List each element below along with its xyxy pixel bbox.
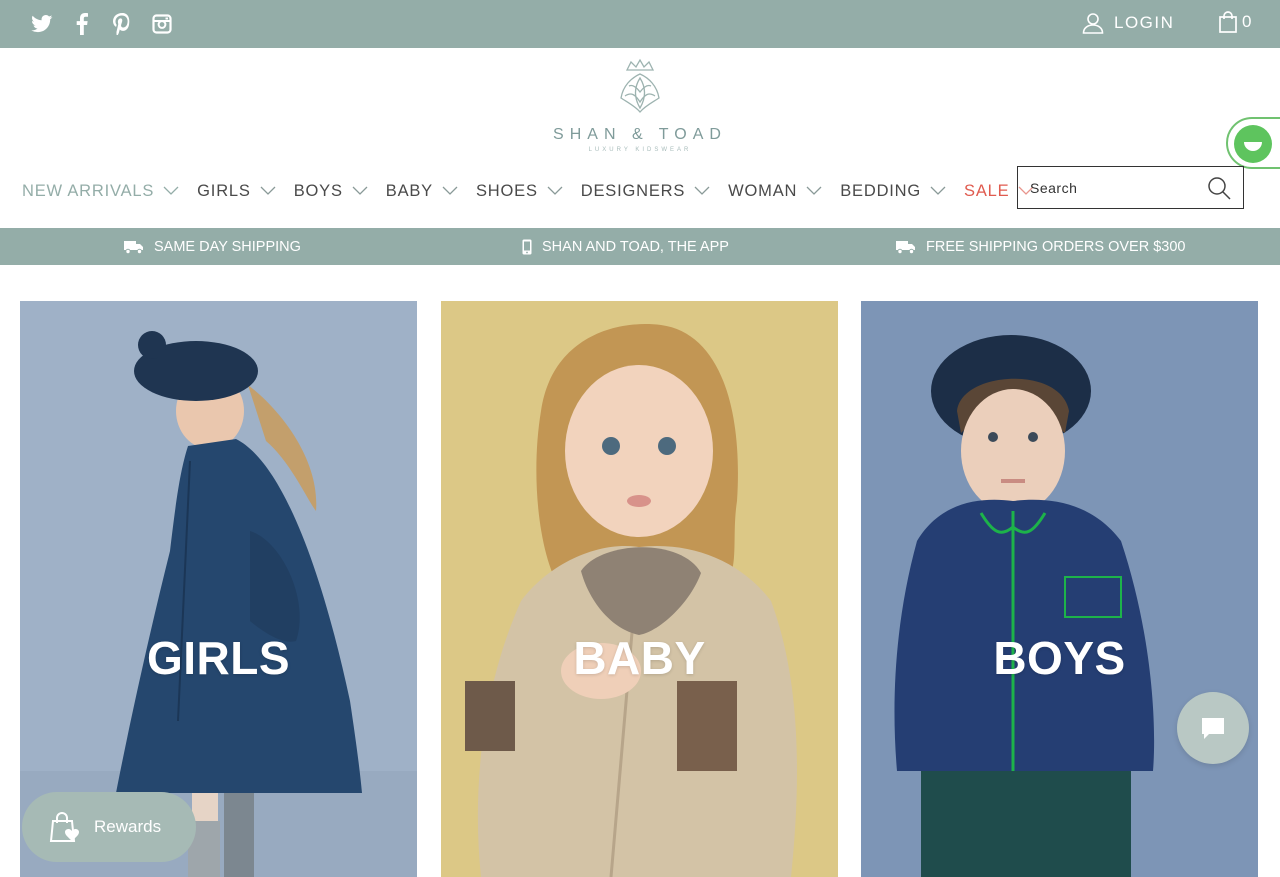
banner-label: SHAN AND TOAD, THE APP	[542, 238, 729, 255]
nav-item-label: NEW ARRIVALS	[22, 181, 155, 200]
widget-icon	[1234, 125, 1272, 163]
twitter-icon[interactable]	[30, 12, 54, 36]
chevron-down-icon	[260, 186, 276, 195]
crest-icon	[620, 58, 660, 114]
facebook-icon[interactable]	[70, 12, 94, 36]
main-nav: NEW ARRIVALS GIRLS BOYS BABY SHOES DESIG…	[22, 178, 1052, 204]
search-input[interactable]	[1030, 179, 1200, 196]
chat-bubble-icon	[1202, 718, 1224, 739]
login-link[interactable]: LOGIN	[1082, 12, 1174, 34]
login-label: LOGIN	[1114, 13, 1175, 32]
truck-icon	[124, 240, 143, 254]
search-box[interactable]	[1017, 166, 1244, 209]
search-icon[interactable]	[1207, 176, 1231, 200]
nav-item-new-arrivals[interactable]: NEW ARRIVALS	[22, 182, 179, 201]
banner-label: SAME DAY SHIPPING	[154, 238, 301, 255]
social-links	[30, 12, 174, 36]
boys-photo	[861, 301, 1258, 877]
nav-item-label: DESIGNERS	[580, 181, 686, 200]
tile-label-girls: GIRLS	[146, 632, 291, 684]
cart-link[interactable]: 0	[1218, 11, 1251, 33]
shipping-banner: SAME DAY SHIPPING SHAN AND TOAD, THE APP…	[0, 228, 1280, 265]
nav-item-label: BOYS	[293, 181, 343, 200]
banner-same-day-shipping[interactable]: SAME DAY SHIPPING	[124, 228, 301, 265]
category-tile-baby[interactable]: BABY	[441, 301, 838, 877]
user-icon	[1082, 13, 1104, 34]
side-widget-button[interactable]	[1226, 117, 1280, 169]
instagram-icon[interactable]	[150, 12, 174, 36]
nav-item-boys[interactable]: BOYS	[294, 182, 368, 201]
nav-item-woman[interactable]: WOMAN	[728, 182, 822, 201]
nav-item-label: WOMAN	[728, 181, 798, 200]
category-tile-girls[interactable]: GIRLS	[20, 301, 417, 877]
nav-item-baby[interactable]: BABY	[386, 182, 458, 201]
category-tile-boys[interactable]: BOYS	[861, 301, 1258, 877]
nav-item-label: BEDDING	[840, 181, 922, 200]
banner-label: FREE SHIPPING ORDERS OVER $300	[926, 238, 1186, 255]
chevron-down-icon	[442, 186, 458, 195]
banner-free-shipping[interactable]: FREE SHIPPING ORDERS OVER $300	[896, 228, 1185, 265]
chat-button[interactable]	[1177, 692, 1249, 764]
logo-name: SHAN & TOAD	[553, 126, 727, 143]
nav-item-label: SHOES	[476, 181, 538, 200]
truck-icon	[896, 240, 915, 254]
rewards-button[interactable]: Rewards	[22, 792, 196, 862]
chevron-down-icon	[547, 186, 563, 195]
nav-item-bedding[interactable]: BEDDING	[840, 182, 946, 201]
nav-item-shoes[interactable]: SHOES	[476, 182, 563, 201]
pinterest-icon[interactable]	[110, 12, 134, 36]
chevron-down-icon	[694, 186, 710, 195]
nav-item-girls[interactable]: GIRLS	[197, 182, 276, 201]
chevron-down-icon	[806, 186, 822, 195]
logo-tagline: LUXURY KIDSWEAR	[588, 147, 692, 153]
baby-photo	[441, 301, 838, 877]
top-bar: LOGIN 0	[0, 0, 1280, 48]
mobile-phone-icon	[522, 239, 532, 254]
chevron-down-icon	[163, 186, 179, 195]
nav-item-designers[interactable]: DESIGNERS	[581, 182, 710, 201]
nav-item-label: BABY	[385, 181, 433, 200]
nav-item-label: GIRLS	[197, 181, 251, 200]
girls-photo	[20, 301, 417, 877]
rewards-label: Rewards	[94, 817, 162, 836]
tile-label-baby: BABY	[573, 632, 706, 684]
shopping-bag-icon	[1219, 11, 1237, 33]
nav-item-label: SALE	[964, 181, 1010, 200]
tile-label-boys: BOYS	[993, 632, 1126, 684]
shopping-bag-heart-icon	[49, 812, 79, 842]
banner-app[interactable]: SHAN AND TOAD, THE APP	[522, 228, 729, 265]
chevron-down-icon	[930, 186, 946, 195]
site-logo[interactable]: SHAN & TOAD LUXURY KIDSWEAR	[540, 58, 740, 168]
chevron-down-icon	[352, 186, 368, 195]
cart-count: 0	[1242, 12, 1252, 31]
